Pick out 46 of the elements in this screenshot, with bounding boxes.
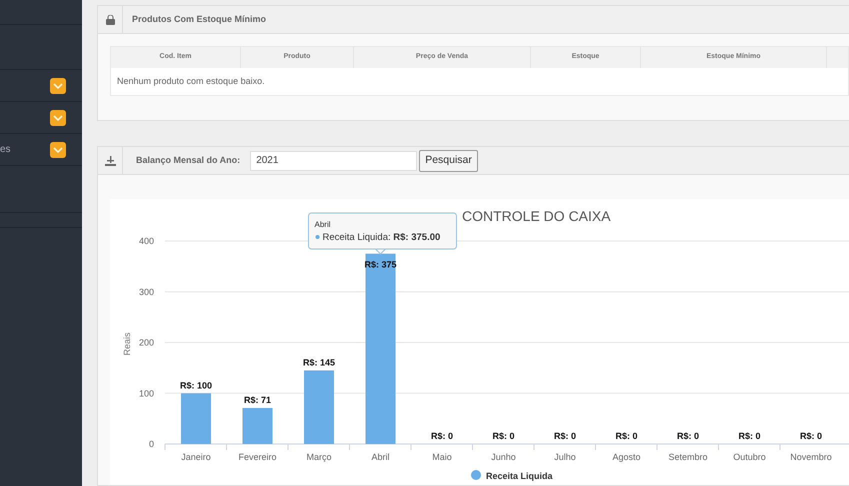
bar[interactable] bbox=[366, 254, 396, 444]
x-tick-label: Setembro bbox=[668, 452, 708, 462]
x-tick-label: Julho bbox=[554, 452, 576, 462]
x-tick-label: Janeiro bbox=[181, 452, 211, 462]
y-tick-label: 0 bbox=[148, 439, 154, 449]
x-tick-label: Novembro bbox=[790, 452, 832, 462]
panel-title: Produtos Com Estoque Mínimo bbox=[132, 12, 266, 26]
year-field[interactable]: 2021 bbox=[250, 150, 418, 170]
chevron-down-icon bbox=[50, 142, 66, 158]
x-tick-label: Fevereiro bbox=[238, 452, 276, 462]
legend-marker-icon bbox=[471, 470, 481, 480]
year-label: Balanço Mensal do Ano: bbox=[136, 154, 240, 167]
bar[interactable] bbox=[304, 370, 334, 444]
x-tick-label: Março bbox=[306, 452, 332, 462]
data-label: R$: 0 bbox=[800, 431, 822, 441]
chart-title: CONTROLE DO CAIXA bbox=[462, 208, 611, 224]
x-tick-label: Abril bbox=[372, 452, 390, 462]
lock-icon bbox=[106, 14, 114, 24]
data-label: R$: 0 bbox=[738, 431, 760, 441]
chevron-down-icon bbox=[50, 110, 66, 126]
x-tick-label: Outubro bbox=[733, 452, 766, 462]
y-tick-label: 100 bbox=[138, 388, 154, 398]
empty-message: Nenhum produto com estoque baixo. bbox=[117, 74, 265, 88]
bar[interactable] bbox=[242, 408, 272, 444]
scale-icon bbox=[104, 156, 116, 166]
x-tick-label: Maio bbox=[432, 452, 452, 462]
sidebar-item[interactable]: es bbox=[0, 134, 82, 166]
data-label: R$: 0 bbox=[492, 431, 514, 441]
data-label: R$: 145 bbox=[302, 357, 336, 368]
y-axis-label: Reais bbox=[122, 332, 132, 356]
data-label: R$: 0 bbox=[616, 431, 638, 441]
legend-label[interactable]: Receita Liquida bbox=[486, 471, 553, 481]
y-tick-label: 300 bbox=[138, 286, 154, 297]
tooltip: Abril Receita Liquida: R$: 375.00 bbox=[308, 212, 457, 255]
x-tick-label: Junho bbox=[491, 452, 516, 462]
search-button[interactable]: Pesquisar bbox=[419, 150, 478, 172]
chevron-down-icon bbox=[50, 78, 66, 94]
data-label: R$: 0 bbox=[431, 431, 453, 441]
data-label: R$: 0 bbox=[677, 431, 699, 441]
x-tick-label: Agosto bbox=[612, 452, 641, 462]
data-label: R$: 0 bbox=[554, 431, 576, 441]
data-label: R$: 71 bbox=[244, 394, 271, 405]
y-tick-label: 200 bbox=[138, 338, 154, 348]
bar[interactable] bbox=[181, 393, 211, 444]
y-tick-label: 400 bbox=[138, 236, 154, 246]
data-label: R$: 100 bbox=[180, 380, 212, 390]
